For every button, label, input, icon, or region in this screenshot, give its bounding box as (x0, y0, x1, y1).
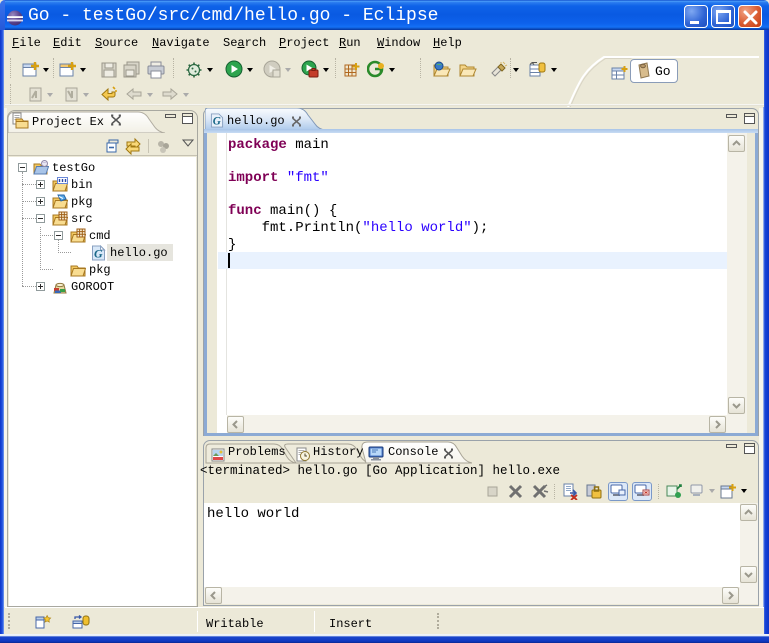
svg-text:G: G (94, 247, 103, 261)
svg-text:G: G (213, 116, 221, 128)
